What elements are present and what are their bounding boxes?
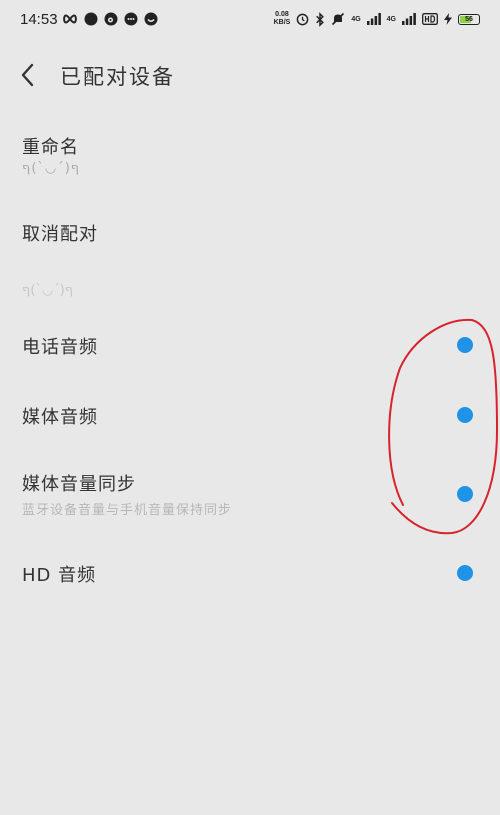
- media-audio-toggle[interactable]: [457, 407, 473, 423]
- notification-icons: [62, 12, 158, 26]
- unpair-label: 取消配对: [22, 224, 98, 245]
- status-bar: 14:53 0.08 KB/S 4G 4G 56: [0, 0, 500, 42]
- unpair-item[interactable]: 取消配对: [0, 212, 500, 256]
- signal-bars-icon: [366, 13, 381, 25]
- device-name-value: ף(ˊ◡ˋ)ף: [22, 161, 81, 176]
- chevron-left-icon: [21, 63, 34, 87]
- phone-audio-label: 电话音频: [22, 337, 98, 358]
- back-button[interactable]: [14, 60, 44, 90]
- media-volume-sync-item[interactable]: 媒体音量同步 蓝牙设备音量与手机音量保持同步: [0, 462, 500, 524]
- media-audio-item[interactable]: 媒体音频: [0, 395, 500, 439]
- charging-bolt-icon: [444, 13, 452, 25]
- bluetooth-icon: [316, 11, 325, 27]
- battery-level: 56: [465, 15, 473, 23]
- hd-audio-item[interactable]: HD 音频: [0, 553, 500, 597]
- signal-type-2: 4G: [386, 15, 396, 23]
- weibo-icon: [104, 12, 118, 26]
- system-icons: 0.08 KB/S 4G 4G 56: [274, 11, 480, 27]
- status-time: 14:53: [20, 11, 58, 28]
- media-volume-sync-label: 媒体音量同步: [22, 474, 136, 495]
- media-volume-sync-description: 蓝牙设备音量与手机音量保持同步: [22, 503, 233, 518]
- battery-icon: 56: [458, 13, 480, 25]
- infinity-icon: [63, 14, 77, 24]
- rename-item[interactable]: 重命名 ף(ˊ◡ˋ)ף: [0, 128, 500, 186]
- chat-bubble-icon: [124, 12, 138, 26]
- signal-type-1: 4G: [351, 15, 361, 23]
- signal-bars-icon: [402, 13, 416, 25]
- phone-audio-item[interactable]: 电话音频: [0, 325, 500, 369]
- media-audio-label: 媒体音频: [22, 407, 98, 428]
- hd-audio-label: HD 音频: [22, 565, 97, 586]
- rename-label: 重命名: [22, 137, 79, 158]
- phone-audio-toggle[interactable]: [457, 337, 473, 353]
- media-volume-sync-toggle[interactable]: [457, 486, 473, 502]
- hd-icon: [422, 13, 438, 25]
- app-header: 已配对设备: [0, 50, 500, 102]
- notification-dot-icon: [84, 12, 98, 26]
- smile-app-icon: [144, 12, 158, 26]
- alarm-clock-icon: [296, 13, 309, 25]
- net-speed: 0.08 KB/S: [273, 11, 291, 26]
- mute-bell-icon: [332, 12, 345, 26]
- hd-audio-toggle[interactable]: [457, 565, 473, 581]
- section-label: ף(ˊ◡ˋ)ף: [22, 283, 74, 298]
- page-title: 已配对设备: [60, 65, 175, 89]
